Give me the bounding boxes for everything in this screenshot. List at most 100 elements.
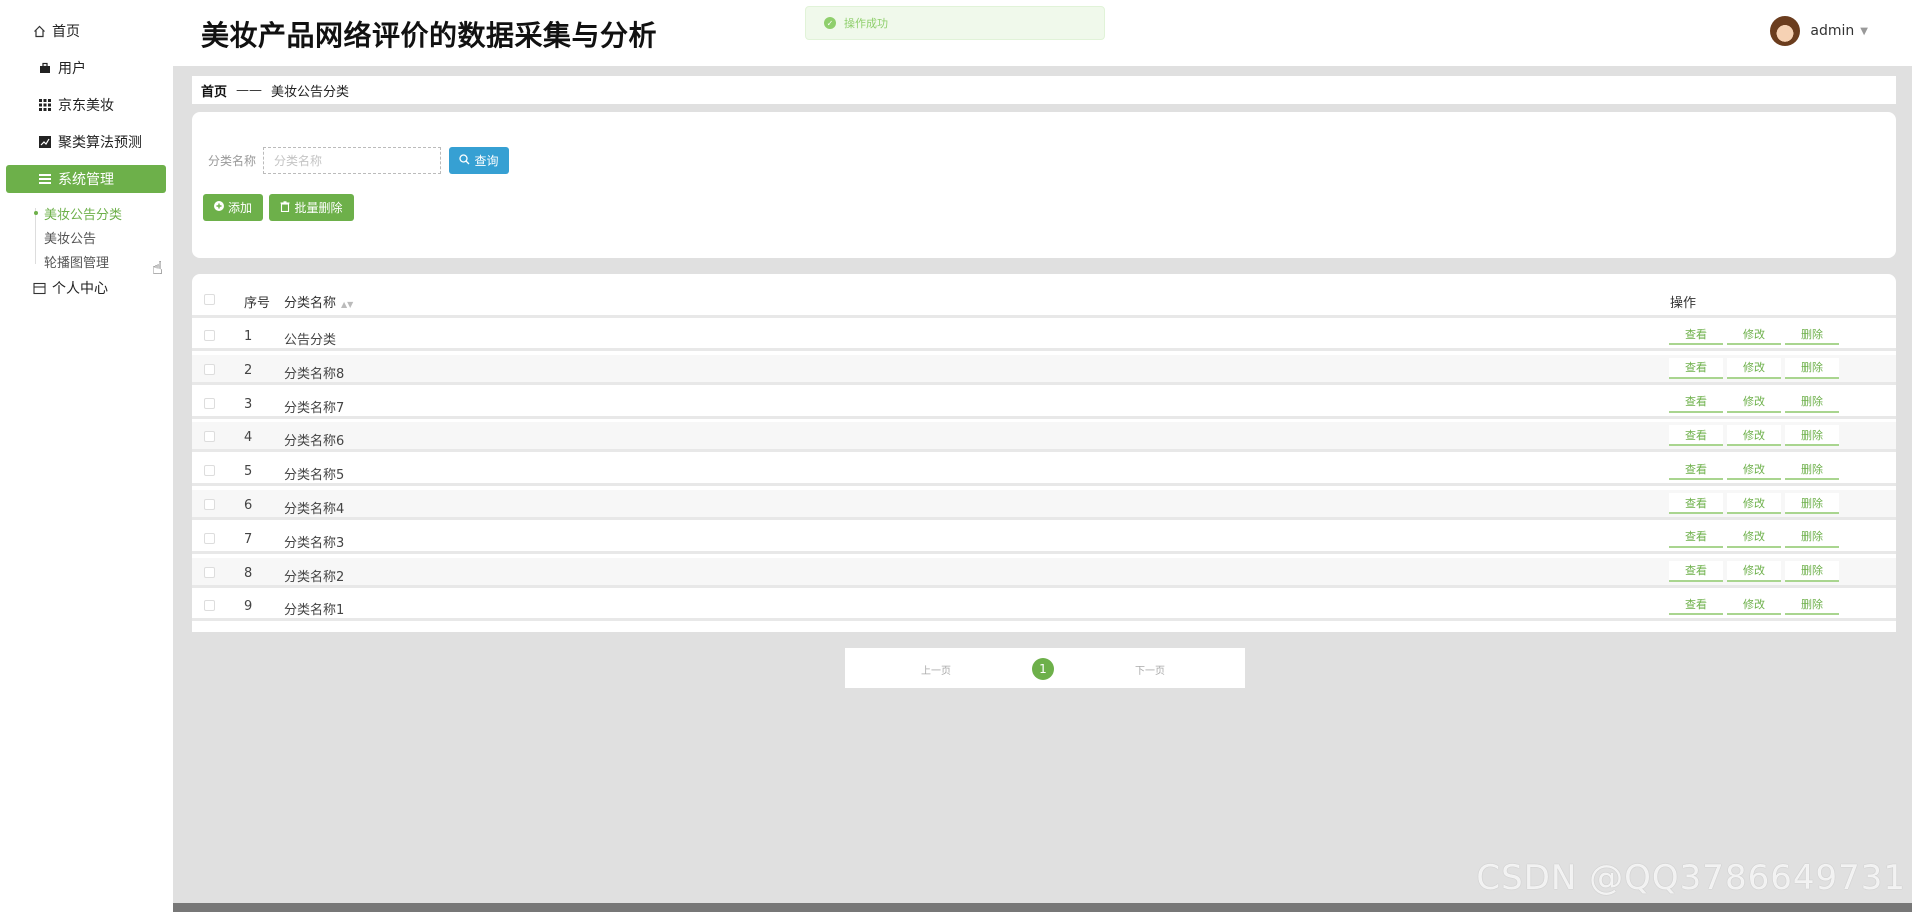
add-button[interactable]: 添加 <box>203 194 263 221</box>
edit-button[interactable]: 修改 <box>1727 493 1781 514</box>
table-row: 6 分类名称4 查看 修改 删除 <box>192 490 1896 520</box>
submenu-line <box>35 208 36 264</box>
table-row: 5 分类名称5 查看 修改 删除 <box>192 456 1896 487</box>
edit-button[interactable]: 修改 <box>1727 526 1781 548</box>
delete-button[interactable]: 删除 <box>1785 560 1839 582</box>
success-toast: ✓ 操作成功 <box>805 6 1105 40</box>
nav-item-jd-beauty-label: 京东美妆 <box>58 98 114 114</box>
search-label: 分类名称 <box>208 154 257 168</box>
row-checkbox[interactable] <box>204 499 215 510</box>
view-button[interactable]: 查看 <box>1669 526 1723 548</box>
active-dot-icon <box>34 211 38 215</box>
row-index: 8 <box>244 565 253 581</box>
view-button[interactable]: 查看 <box>1669 357 1723 379</box>
row-checkbox[interactable] <box>204 397 215 409</box>
sub-item-carousel-management[interactable]: 轮播图管理 <box>44 252 109 271</box>
nav-item-cluster-prediction[interactable]: 聚类算法预测 <box>38 127 172 157</box>
row-category-name: 分类名称4 <box>284 502 345 517</box>
row-checkbox[interactable] <box>204 600 215 612</box>
table-row: 3 分类名称7 查看 修改 删除 <box>192 389 1896 419</box>
delete-button[interactable]: 删除 <box>1785 526 1839 548</box>
row-category-name: 公告分类 <box>284 333 337 348</box>
briefcase-icon <box>38 61 52 75</box>
prev-page-button[interactable]: 上一页 <box>921 662 951 677</box>
delete-button[interactable]: 删除 <box>1785 493 1839 514</box>
row-index: 5 <box>244 464 253 480</box>
row-index: 6 <box>244 498 253 513</box>
row-category-name: 分类名称3 <box>284 535 345 551</box>
sort-icon[interactable]: ▲▼ <box>341 300 353 309</box>
row-checkbox[interactable] <box>204 566 215 578</box>
table-row: 8 分类名称2 查看 修改 删除 <box>192 557 1896 588</box>
delete-button[interactable]: 删除 <box>1785 324 1839 345</box>
nav-item-system-management[interactable]: 系统管理 <box>6 165 166 193</box>
row-index: 1 <box>244 329 253 344</box>
row-checkbox[interactable] <box>204 431 215 443</box>
edit-button[interactable]: 修改 <box>1727 357 1781 379</box>
pagination: 上一页 1 下一页 <box>845 648 1245 688</box>
batch-delete-button-label: 批量删除 <box>294 201 343 215</box>
page-number-button[interactable]: 1 <box>1032 658 1054 680</box>
avatar <box>1770 16 1801 46</box>
sub-item-beauty-notice[interactable]: 美妆公告 <box>44 228 96 247</box>
sub-item-beauty-notice-category[interactable]: 美妆公告分类 <box>44 204 122 223</box>
view-button[interactable]: 查看 <box>1669 391 1723 413</box>
search-button[interactable]: 查询 <box>449 147 509 174</box>
home-icon <box>32 24 46 38</box>
column-header-name[interactable]: 分类名称 ▲▼ <box>284 292 353 311</box>
row-checkbox[interactable] <box>204 330 215 341</box>
nav-item-user[interactable]: 用户 <box>38 53 172 83</box>
edit-button[interactable]: 修改 <box>1727 560 1781 582</box>
breadcrumb-separator: —— <box>236 82 263 98</box>
breadcrumb-home[interactable]: 首页 <box>201 81 227 100</box>
edit-button[interactable]: 修改 <box>1727 594 1781 616</box>
delete-button[interactable]: 删除 <box>1785 594 1839 616</box>
view-button[interactable]: 查看 <box>1669 493 1723 514</box>
batch-delete-button[interactable]: 批量删除 <box>269 194 354 221</box>
delete-button[interactable]: 删除 <box>1785 357 1839 379</box>
delete-button[interactable]: 删除 <box>1785 425 1839 447</box>
profile-icon <box>32 281 46 295</box>
view-button[interactable]: 查看 <box>1669 594 1723 616</box>
row-category-name: 分类名称1 <box>284 603 345 619</box>
username: admin <box>1810 23 1855 39</box>
column-header-name-label: 分类名称 <box>284 296 337 311</box>
search-button-label: 查询 <box>474 154 499 168</box>
delete-button[interactable]: 删除 <box>1785 459 1839 481</box>
nav-item-jd-beauty[interactable]: 京东美妆 <box>38 90 172 120</box>
user-menu[interactable]: admin ▼ <box>1770 16 1868 46</box>
row-checkbox[interactable] <box>204 465 215 477</box>
nav-item-home[interactable]: 首页 <box>32 16 172 46</box>
edit-button[interactable]: 修改 <box>1727 425 1781 447</box>
row-category-name: 分类名称6 <box>284 434 345 450</box>
row-index: 9 <box>244 599 253 615</box>
menu-icon <box>38 172 52 186</box>
delete-button[interactable]: 删除 <box>1785 391 1839 413</box>
nav-item-home-label: 首页 <box>52 24 80 40</box>
view-button[interactable]: 查看 <box>1669 425 1723 447</box>
trash-icon <box>280 200 290 215</box>
search-panel: 分类名称 查询 添加 批量删除 <box>192 112 1896 258</box>
row-checkbox[interactable] <box>204 363 215 375</box>
row-category-name: 分类名称2 <box>284 569 345 585</box>
next-page-button[interactable]: 下一页 <box>1135 662 1165 677</box>
chart-icon <box>38 135 52 149</box>
category-name-input[interactable] <box>263 147 441 174</box>
app-title: 美妆产品网络评价的数据采集与分析 <box>201 19 658 52</box>
view-button[interactable]: 查看 <box>1669 560 1723 582</box>
search-icon <box>459 153 470 168</box>
nav-item-cluster-prediction-label: 聚类算法预测 <box>58 135 142 151</box>
table-row: 1 公告分类 查看 修改 删除 <box>192 321 1896 351</box>
view-button[interactable]: 查看 <box>1669 459 1723 481</box>
row-checkbox[interactable] <box>204 532 215 544</box>
nav-item-personal-center[interactable]: 个人中心 <box>32 273 172 303</box>
edit-button[interactable]: 修改 <box>1727 391 1781 413</box>
horizontal-scrollbar[interactable] <box>173 903 1912 912</box>
select-all-checkbox[interactable] <box>204 294 215 305</box>
breadcrumb-current: 美妆公告分类 <box>271 84 350 100</box>
edit-button[interactable]: 修改 <box>1727 324 1781 345</box>
edit-button[interactable]: 修改 <box>1727 459 1781 481</box>
view-button[interactable]: 查看 <box>1669 324 1723 345</box>
check-circle-icon: ✓ <box>824 17 836 29</box>
column-header-index: 序号 <box>244 296 271 311</box>
